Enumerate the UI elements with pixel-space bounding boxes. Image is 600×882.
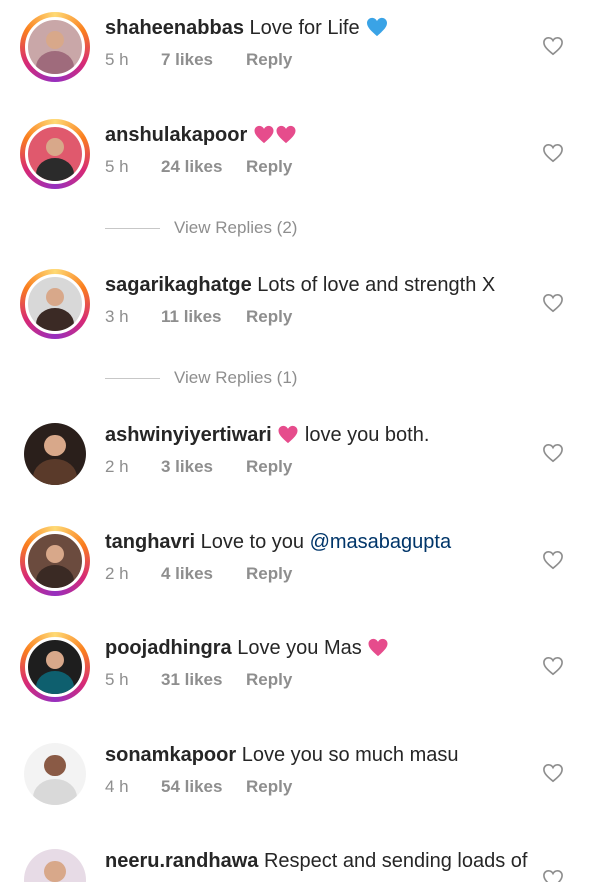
- comment-time: 2 h: [105, 457, 129, 476]
- comment-text: Love to you: [200, 531, 305, 553]
- comment-username[interactable]: ashwinyiyertiwari: [105, 424, 272, 446]
- avatar[interactable]: [20, 119, 90, 189]
- reply-button[interactable]: Reply: [246, 457, 292, 476]
- view-replies-link[interactable]: View Replies (2): [105, 218, 297, 238]
- like-heart-icon[interactable]: [542, 36, 564, 56]
- like-heart-icon[interactable]: [542, 656, 564, 676]
- like-heart-icon[interactable]: [542, 550, 564, 570]
- mention-link[interactable]: @masabagupta: [310, 531, 452, 553]
- comment-text: Love for Life: [249, 17, 360, 39]
- comment-time: 3 h: [105, 307, 129, 326]
- comment-likes[interactable]: 7 likes: [161, 50, 246, 70]
- reply-button[interactable]: Reply: [246, 777, 292, 796]
- comment-likes[interactable]: 31 likes: [161, 670, 246, 690]
- comment-time: 5 h: [105, 670, 129, 689]
- reply-button[interactable]: Reply: [246, 157, 292, 176]
- comment-text: Lots of love and strength X: [257, 274, 496, 296]
- comment-text: Love you so much masu: [241, 744, 459, 766]
- avatar[interactable]: [20, 419, 90, 489]
- avatar[interactable]: [20, 845, 90, 882]
- pink-heart-icon: [254, 125, 274, 144]
- divider: [105, 378, 160, 380]
- comment-row: neeru.randhawa Respect and sending loads…: [0, 843, 600, 882]
- avatar[interactable]: [20, 12, 90, 82]
- reply-button[interactable]: Reply: [246, 50, 292, 69]
- comment-username[interactable]: tanghavri: [105, 531, 195, 553]
- comment-username[interactable]: poojadhingra: [105, 637, 232, 659]
- comment-username[interactable]: anshulakapoor: [105, 124, 247, 146]
- comment-username[interactable]: sagarikaghatge: [105, 274, 252, 296]
- pink-heart-icon: [276, 125, 296, 144]
- comment-time: 4 h: [105, 777, 129, 796]
- comment-time: 2 h: [105, 564, 129, 583]
- comment-text: Love you Mas: [237, 637, 362, 659]
- view-replies-link[interactable]: View Replies (1): [105, 368, 297, 388]
- divider: [105, 228, 160, 230]
- avatar[interactable]: [20, 526, 90, 596]
- comment-text: Respect and sending loads of: [263, 850, 528, 872]
- avatar[interactable]: [20, 739, 90, 809]
- like-heart-icon[interactable]: [542, 143, 564, 163]
- comment-username[interactable]: sonamkapoor: [105, 744, 236, 766]
- blue-heart-icon: [367, 17, 388, 37]
- avatar[interactable]: [20, 269, 90, 339]
- comment-username[interactable]: neeru.randhawa: [105, 850, 258, 872]
- comment-time: 5 h: [105, 50, 129, 69]
- pink-heart-icon: [278, 425, 298, 444]
- like-heart-icon[interactable]: [542, 869, 564, 882]
- comment-time: 5 h: [105, 157, 129, 176]
- pink-heart-icon: [368, 638, 388, 657]
- comment-username[interactable]: shaheenabbas: [105, 17, 244, 39]
- reply-button[interactable]: Reply: [246, 564, 292, 583]
- comment-likes[interactable]: 54 likes: [161, 777, 246, 797]
- comment-likes[interactable]: 24 likes: [161, 157, 246, 177]
- comment-text: love you both.: [304, 424, 430, 446]
- comment-likes[interactable]: 4 likes: [161, 564, 246, 584]
- reply-button[interactable]: Reply: [246, 307, 292, 326]
- avatar[interactable]: [20, 632, 90, 702]
- like-heart-icon[interactable]: [542, 763, 564, 783]
- reply-button[interactable]: Reply: [246, 670, 292, 689]
- comment-likes[interactable]: 11 likes: [161, 307, 246, 327]
- like-heart-icon[interactable]: [542, 293, 564, 313]
- comment-likes[interactable]: 3 likes: [161, 457, 246, 477]
- like-heart-icon[interactable]: [542, 443, 564, 463]
